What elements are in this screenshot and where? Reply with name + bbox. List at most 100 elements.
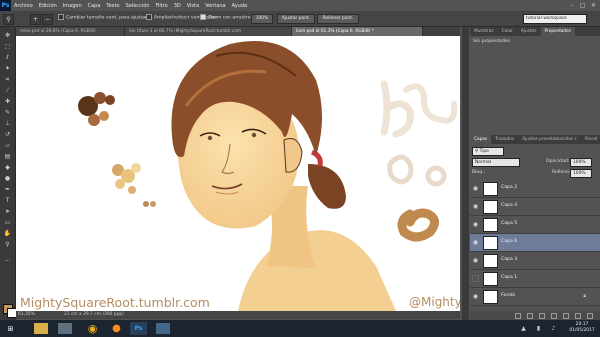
menu-bar: Ps Archivo Edición Imagen Capa Texto Sel… <box>0 0 600 11</box>
opacity-input[interactable]: 100% <box>570 158 592 167</box>
layers-footer <box>470 311 600 320</box>
workspace-select[interactable]: tutorial workspace <box>523 14 587 24</box>
healing-brush-icon[interactable]: ✚ <box>2 97 13 106</box>
tab-trazados[interactable]: Trazados <box>491 135 518 144</box>
hand-tool-icon[interactable]: ✋ <box>2 229 13 238</box>
menu-vista[interactable]: Vista <box>184 3 202 9</box>
zoom-out-icon[interactable]: − <box>42 14 53 25</box>
menu-ayuda[interactable]: Ayuda <box>229 3 250 9</box>
blend-mode-select[interactable]: Normal <box>472 158 520 167</box>
menu-capa[interactable]: Capa <box>85 3 104 9</box>
menu-texto[interactable]: Texto <box>103 3 122 9</box>
image-viewer-icon[interactable] <box>156 323 170 334</box>
watermark-tumblr: MightySquareRoot.tumblr.com <box>20 295 210 310</box>
tab-pincel[interactable]: Pincel <box>581 135 600 144</box>
clone-stamp-icon[interactable]: ⊥ <box>2 119 13 128</box>
system-clock[interactable]: 20:17 01/05/2017 <box>568 322 596 334</box>
delete-layer-icon[interactable] <box>587 312 593 319</box>
magic-wand-icon[interactable]: ✦ <box>2 64 13 73</box>
chrome-icon[interactable]: ◉ <box>84 321 101 336</box>
pen-tool-icon[interactable]: ✒ <box>2 185 13 194</box>
maximize-icon[interactable]: □ <box>578 2 587 9</box>
layer-filter-select[interactable]: ⚲ Tipo <box>472 147 504 156</box>
firefox-icon[interactable]: ● <box>108 321 125 336</box>
start-icon[interactable]: ⊞ <box>2 321 19 336</box>
zoom-tool-icon[interactable]: ⚲ <box>3 14 14 25</box>
add-mask-icon[interactable] <box>539 312 545 319</box>
lasso-tool-icon[interactable]: ℓ <box>2 53 13 62</box>
fill-input[interactable]: 100% <box>570 169 592 178</box>
zoom-100-button[interactable]: 100% <box>251 14 273 24</box>
eyedropper-icon[interactable]: ⁄ <box>2 86 13 95</box>
zoom-readout[interactable]: 61,35% <box>18 311 35 319</box>
eye-icon[interactable]: ◉ <box>472 257 479 264</box>
menu-filtro[interactable]: Filtro <box>152 3 170 9</box>
eye-icon[interactable]: ◉ <box>472 239 479 246</box>
layer-row[interactable]: ◉ Capa 2 <box>470 180 600 198</box>
move-tool-icon[interactable]: ✥ <box>2 31 13 40</box>
color-palette <box>78 92 156 207</box>
crop-tool-icon[interactable]: ⌗ <box>2 75 13 84</box>
more-tools-icon[interactable]: … <box>2 255 13 264</box>
marquee-tool-icon[interactable]: ⬚ <box>2 42 13 51</box>
menu-imagen[interactable]: Imagen <box>60 3 85 9</box>
layer-row[interactable]: Capa 1 <box>470 270 600 288</box>
tab-capas[interactable]: Capas <box>470 135 492 144</box>
menu-archivo[interactable]: Archivo <box>11 3 36 9</box>
blur-tool-icon[interactable]: ◆ <box>2 163 13 172</box>
layer-thumbnail <box>483 236 498 250</box>
menu-ventana[interactable]: Ventana <box>202 3 229 9</box>
dodge-tool-icon[interactable]: ● <box>2 174 13 183</box>
tab-propiedades[interactable]: Propiedades <box>540 27 575 36</box>
path-selection-icon[interactable]: ➤ <box>2 207 13 216</box>
new-group-icon[interactable] <box>563 312 569 319</box>
zoom-in-icon[interactable]: + <box>30 14 41 25</box>
type-tool-icon[interactable]: T <box>2 196 13 205</box>
eye-icon[interactable]: ◉ <box>472 203 479 210</box>
zoom-tool-icon[interactable]: ⚲ <box>2 240 13 249</box>
gradient-tool-icon[interactable]: ▤ <box>2 152 13 161</box>
close-icon[interactable]: ✕ <box>589 2 598 9</box>
tab-muestras[interactable]: Muestras <box>470 27 498 36</box>
new-layer-icon[interactable] <box>575 312 581 319</box>
resize-windows-option[interactable]: Cambiar tamaño vent. para ajustar <box>58 14 147 22</box>
tab-liam[interactable]: liam.psd al 61,3% (Capa 6, RGB/8) * <box>292 27 423 36</box>
eraser-tool-icon[interactable]: ▱ <box>2 141 13 150</box>
tab-ajustes-preestablecidos[interactable]: Ajustes preestablecidos c <box>518 135 581 144</box>
media-icon[interactable] <box>58 323 72 334</box>
adjustment-layer-icon[interactable] <box>551 312 557 319</box>
shape-tool-icon[interactable]: ▭ <box>2 218 13 227</box>
eye-hidden-icon[interactable] <box>472 275 479 282</box>
menu-edicion[interactable]: Edición <box>36 3 60 9</box>
eye-icon[interactable]: ◉ <box>472 185 479 192</box>
tab-untitled[interactable]: Sin título-1 al 66,7% (MightySquareRoot.… <box>125 27 292 36</box>
volume-icon[interactable]: ♪ <box>545 321 562 336</box>
tab-color[interactable]: Color <box>498 27 517 36</box>
layer-row[interactable]: ◉ Capa 4 <box>470 198 600 216</box>
eye-icon[interactable]: ◉ <box>472 221 479 228</box>
layer-style-icon[interactable] <box>527 312 533 319</box>
photoshop-icon[interactable]: Ps <box>130 322 147 335</box>
layer-row[interactable]: ◉ Capa 5 <box>470 216 600 234</box>
minimize-icon[interactable]: – <box>567 2 576 9</box>
document-canvas[interactable]: MightySquareRoot.tumblr.com @MightySRoot <box>16 36 460 311</box>
link-layers-icon[interactable] <box>515 312 521 319</box>
fill-screen-button[interactable]: Rellenar pant. <box>317 14 359 24</box>
checkbox-icon <box>146 14 152 20</box>
history-brush-icon[interactable]: ↺ <box>2 130 13 139</box>
layer-row[interactable]: ◉ Capa 3 <box>470 252 600 270</box>
brush-tool-icon[interactable]: ✎ <box>2 108 13 117</box>
layer-row[interactable]: ◉ Fondo 🔒︎ <box>470 288 600 306</box>
window-controls: – □ ✕ <box>567 0 598 11</box>
file-explorer-icon[interactable] <box>34 323 48 334</box>
menu-3d[interactable]: 3D <box>171 3 184 9</box>
scrubby-zoom-label: Zoom con arrastre <box>208 15 251 21</box>
eye-icon[interactable]: ◉ <box>472 293 479 300</box>
layer-row-selected[interactable]: ◉ Capa 6 <box>470 234 600 252</box>
tab-ajustes[interactable]: Ajustes <box>517 27 541 36</box>
scrubby-zoom-option[interactable]: Zoom con arrastre <box>200 14 251 22</box>
layer-name: Capa 3 <box>501 257 518 262</box>
fit-screen-button[interactable]: Ajustar pant. <box>277 14 315 24</box>
menu-seleccion[interactable]: Selección <box>123 3 153 9</box>
tab-mike[interactable]: mike.psd al 28,6% (Capa 6, RGB/8) <box>16 27 125 36</box>
